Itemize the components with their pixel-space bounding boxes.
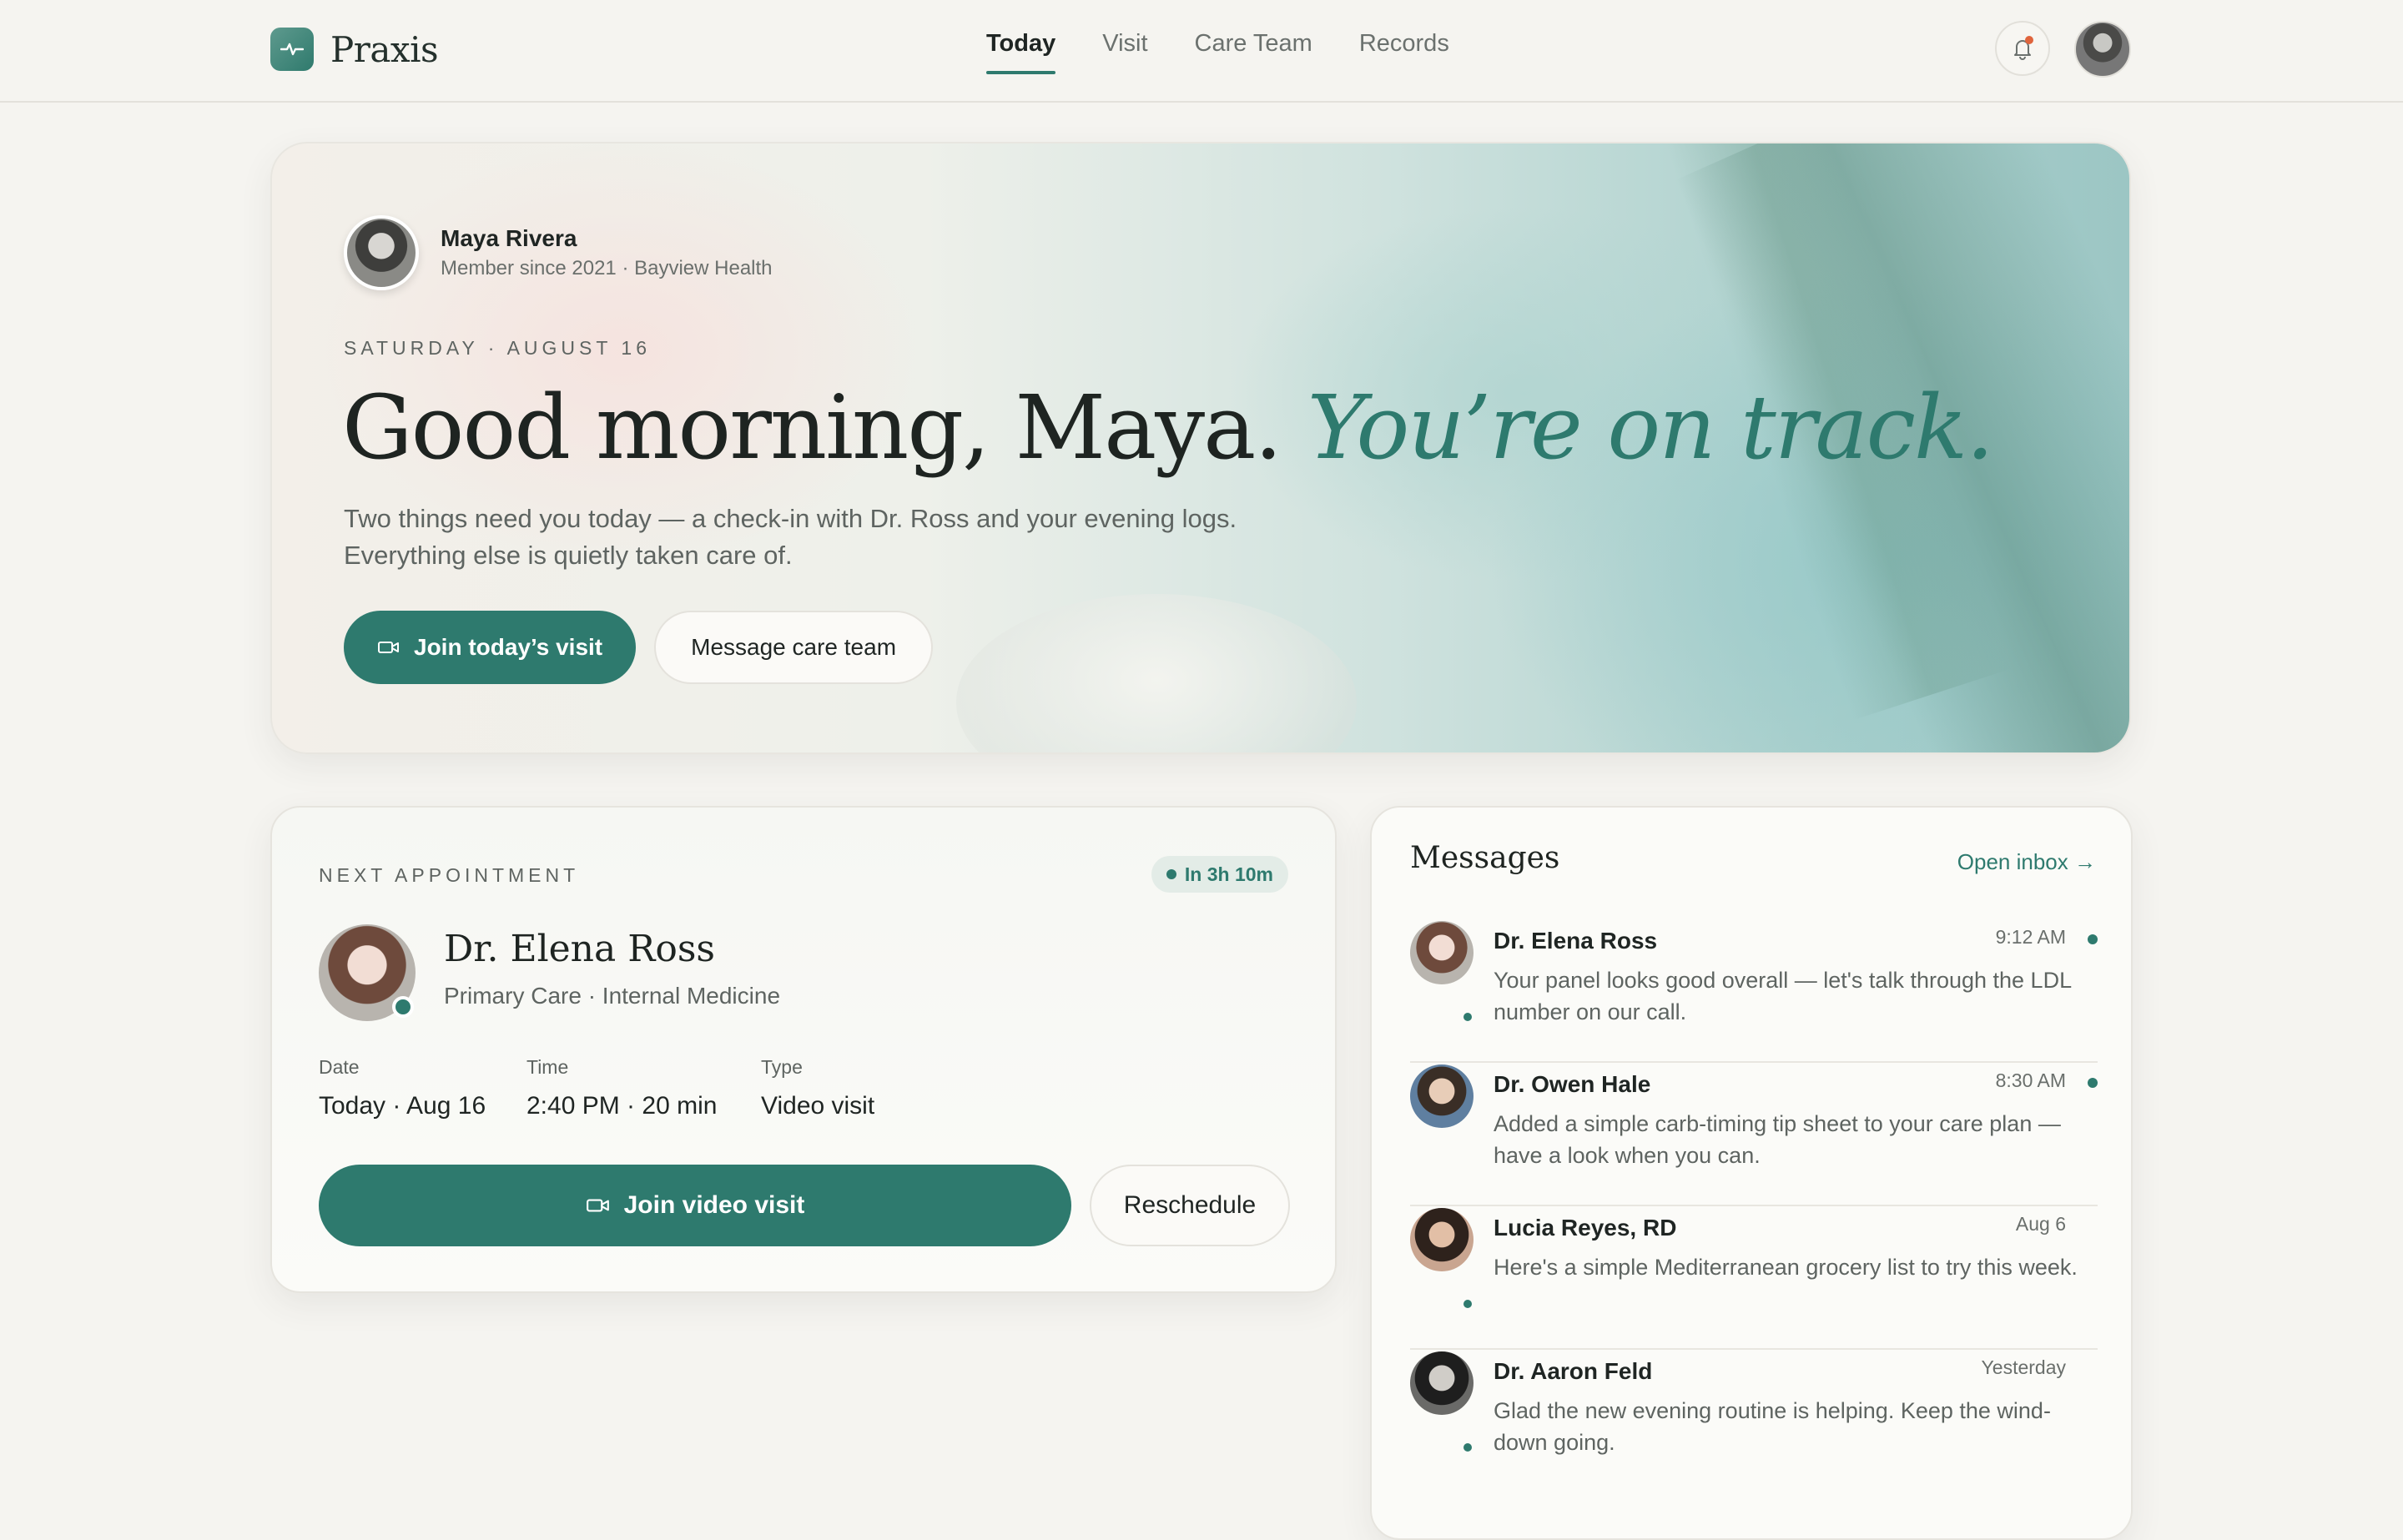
message-time: Yesterday [1981, 1356, 2066, 1378]
greeting-description: Two things need you today — a check-in w… [344, 501, 1345, 574]
description-line: Everything else is quietly taken care of… [344, 541, 793, 570]
open-inbox-link[interactable]: Open inbox → [1957, 849, 2096, 875]
avatar [1410, 921, 1474, 984]
message-sender: Dr. Aaron Feld [1494, 1358, 1653, 1384]
avatar [1410, 1064, 1474, 1128]
status-dot [1463, 1443, 1472, 1452]
hero-card: Maya Rivera Member since 2021 · Bayview … [270, 142, 2131, 754]
main-nav: Today Visit Care Team Records [986, 30, 1449, 74]
appointment-type: Type Video visit [761, 1056, 874, 1120]
message-preview: Your panel looks good overall — let's ta… [1494, 968, 2072, 1024]
section-label: NEXT APPOINTMENT [319, 864, 580, 886]
nav-visit[interactable]: Visit [1102, 30, 1147, 74]
messages-title: Messages [1410, 841, 1560, 875]
current-date: SATURDAY · AUGUST 16 [344, 337, 651, 359]
user-membership: Member since 2021 · Bayview Health [441, 257, 773, 279]
next-appointment-card: NEXT APPOINTMENT In 3h 10m Dr. Elena Ros… [270, 806, 1337, 1293]
button-label: Reschedule [1123, 1191, 1257, 1219]
hero-actions: Join today’s visit Message care team [344, 611, 934, 684]
detail-value: Video visit [761, 1092, 875, 1120]
status-badge: In 3h 10m [1151, 856, 1288, 893]
detail-value: Today · Aug 16 [319, 1092, 486, 1120]
detail-label: Type [761, 1056, 803, 1078]
message-time: Aug 6 [2015, 1213, 2066, 1235]
greeting-heading: Good morning, Maya. You’re on track. [342, 370, 1994, 486]
nav-today[interactable]: Today [986, 30, 1056, 74]
greeting-accent: You’re on track. [1307, 376, 1994, 479]
profile-summary: Maya Rivera Member since 2021 · Bayview … [344, 215, 773, 290]
nav-records[interactable]: Records [1359, 30, 1449, 74]
join-todays-visit-button[interactable]: Join today’s visit [344, 611, 637, 684]
detail-label: Date [319, 1056, 360, 1078]
message-time: 8:30 AM [1995, 1069, 2066, 1091]
description-line: Two things need you today — a check-in w… [344, 504, 1237, 533]
message-item[interactable]: Lucia Reyes, RD Aug 6 Here's a simple Me… [1410, 1208, 2098, 1350]
avatar [1410, 1351, 1474, 1415]
doctor-specialty: Primary Care · Internal Medicine [444, 983, 781, 1009]
nav-care-team[interactable]: Care Team [1195, 30, 1312, 74]
message-sender: Dr. Elena Ross [1494, 928, 1658, 954]
notifications-button[interactable] [1995, 21, 2050, 76]
message-sender: Dr. Owen Hale [1494, 1071, 1651, 1097]
avatar [1410, 1208, 1474, 1271]
button-label: Join video visit [623, 1191, 805, 1219]
status-dot [1166, 869, 1176, 879]
button-label: Message care team [691, 634, 897, 660]
video-camera-icon [378, 642, 399, 653]
message-preview: Added a simple carb-timing tip sheet to … [1494, 1111, 2061, 1168]
doctor-name: Dr. Elena Ross [444, 928, 716, 970]
top-bar: Praxis Today Visit Care Team Records [0, 0, 2403, 103]
status-dot [1463, 1300, 1472, 1308]
messages-card: Messages Open inbox → Dr. Elena Ross 9:1… [1370, 806, 2133, 1540]
message-item[interactable]: Dr. Aaron Feld Yesterday Glad the new ev… [1410, 1351, 2098, 1493]
notification-dot [2025, 36, 2033, 44]
appointment-time: Time 2:40 PM · 20 min [526, 1056, 717, 1120]
logo[interactable]: Praxis [270, 28, 439, 71]
hero-background-stone [956, 594, 1357, 752]
avatar [344, 215, 419, 290]
unread-dot [2088, 934, 2098, 944]
button-label: Join today’s visit [414, 634, 603, 660]
message-item[interactable]: Dr. Owen Hale 8:30 AM Added a simple car… [1410, 1064, 2098, 1206]
detail-label: Time [526, 1056, 569, 1078]
message-item[interactable]: Dr. Elena Ross 9:12 AM Your panel looks … [1410, 921, 2098, 1063]
badge-text: In 3h 10m [1184, 863, 1273, 885]
app-name: Praxis [330, 28, 439, 70]
message-preview: Here's a simple Mediterranean grocery li… [1494, 1255, 2078, 1280]
online-indicator [392, 996, 414, 1018]
status-dot [1463, 1013, 1472, 1021]
join-video-visit-button[interactable]: Join video visit [319, 1165, 1071, 1246]
video-camera-icon [586, 1199, 609, 1212]
pulse-icon [270, 28, 314, 71]
greeting-text: Good morning, Maya. [342, 376, 1282, 479]
message-preview: Glad the new evening routine is helping.… [1494, 1398, 2051, 1455]
message-care-team-button[interactable]: Message care team [654, 611, 934, 684]
user-avatar-button[interactable] [2074, 21, 2131, 78]
appointment-date: Date Today · Aug 16 [319, 1056, 486, 1120]
detail-value: 2:40 PM · 20 min [526, 1092, 718, 1120]
unread-dot [2088, 1078, 2098, 1088]
message-time: 9:12 AM [1995, 926, 2066, 948]
reschedule-button[interactable]: Reschedule [1090, 1165, 1290, 1246]
user-name: Maya Rivera [441, 225, 577, 251]
message-sender: Lucia Reyes, RD [1494, 1215, 1677, 1241]
